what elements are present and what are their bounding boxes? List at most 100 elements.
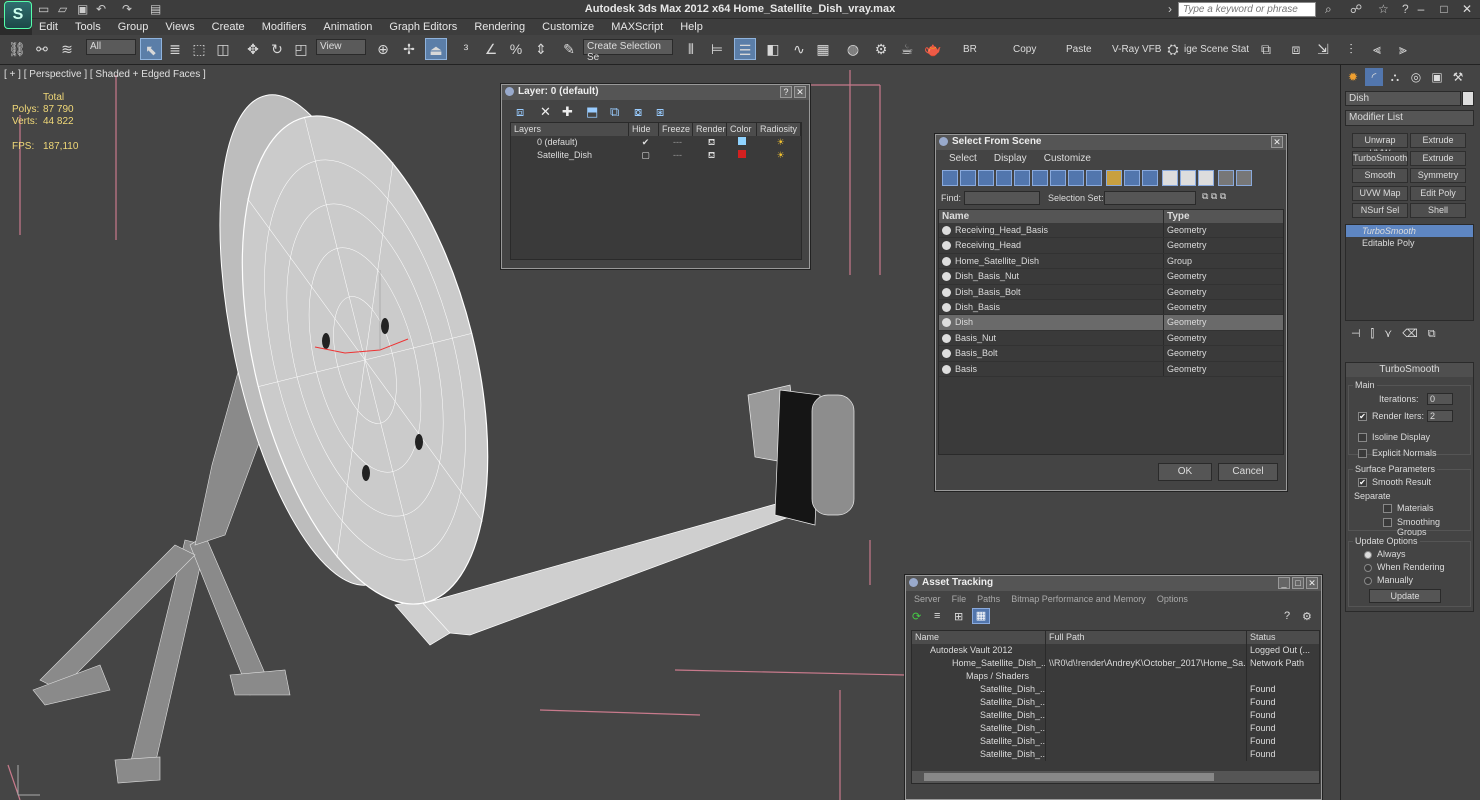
scene-row[interactable]: Basis_Bolt Geometry [939,346,1283,362]
toolbar-extra-icon-2[interactable]: ⧈ [1285,38,1307,60]
project-folder-icon[interactable]: ▤ [150,2,161,16]
minimize-button[interactable]: – [1410,1,1432,17]
asset-close-button[interactable]: ✕ [1306,577,1318,589]
filter-xrefs-icon[interactable] [1068,170,1084,186]
cancel-button[interactable]: Cancel [1218,463,1278,481]
asset-row[interactable]: Satellite_Dish_... Found [912,748,1319,761]
create-layer-icon[interactable]: ⧈ [516,104,524,120]
create-tab-icon[interactable]: ✹ [1344,68,1362,86]
paste-button[interactable]: Paste [1066,44,1092,55]
render-setup-icon[interactable]: ⚙ [870,38,892,60]
materials-checkbox[interactable] [1383,504,1392,513]
layer-row[interactable]: 0 (default) ✔ --- ⛾ ☀ [511,136,801,149]
image-scene-states-button[interactable]: ige Scene Stat [1184,44,1249,55]
layer-manager-icon[interactable]: ☰ [734,38,756,60]
asset-menu-server[interactable]: Server [910,594,945,604]
asset-row[interactable]: Satellite_Dish_... Found [912,696,1319,709]
scale-icon[interactable]: ◰ [290,38,312,60]
col-status[interactable]: Status [1247,631,1317,644]
edit-poly-button[interactable]: Edit Poly [1410,186,1466,201]
configure-sets-icon[interactable]: ⧉ [1428,328,1446,340]
hide-all-layers-icon[interactable]: ⧇ [634,104,642,120]
layer-color-swatch[interactable] [727,136,757,149]
favorites-star-icon[interactable]: ☆ [1378,2,1389,16]
smooth-button[interactable]: Smooth [1352,168,1408,183]
maximize-button[interactable]: □ [1433,1,1455,17]
edit-named-selection-icon[interactable]: ✎ [558,38,580,60]
col-hide[interactable]: Hide [629,123,659,136]
extrude-button[interactable]: Extrude [1410,133,1466,148]
select-none-icon[interactable] [1180,170,1196,186]
communication-center-icon[interactable]: ☍ [1350,2,1362,16]
pivot-center-icon[interactable]: ⊕ [372,38,394,60]
copy-button[interactable]: Copy [1013,44,1036,55]
select-object-icon[interactable]: ⬉ [140,38,162,60]
asset-settings-icon[interactable]: ⚙ [1302,610,1312,623]
find-input[interactable] [964,191,1040,205]
layer-freeze-toggle[interactable]: --- [659,136,693,149]
asset-row[interactable]: Home_Satellite_Dish_... \\R0\d\!render\A… [912,657,1319,670]
toolbar-extra-icon-4[interactable]: ⫶ [1340,38,1362,60]
update-button[interactable]: Update [1369,589,1441,603]
select-dialog-title[interactable]: Select From Scene [936,135,1286,150]
col-full-path[interactable]: Full Path [1046,631,1247,644]
select-by-name-icon[interactable]: ≣ [164,38,186,60]
when-rendering-radio[interactable] [1364,564,1372,572]
layer-render-icon[interactable]: ⛾ [693,149,727,162]
explicit-normals-checkbox[interactable] [1358,449,1367,458]
filter-geometry-icon[interactable] [942,170,958,186]
menu-animation[interactable]: Animation [316,19,379,35]
percent-snap-icon[interactable]: % [505,38,527,60]
col-freeze[interactable]: Freeze [659,123,693,136]
smoothing-groups-checkbox[interactable] [1383,518,1392,527]
add-to-layer-icon[interactable]: ✚ [562,104,573,120]
always-radio[interactable] [1364,551,1372,559]
layer-radiosity-icon[interactable]: ☀ [757,136,801,149]
filter-options-icon[interactable] [1236,170,1252,186]
help-icon[interactable]: ? [1402,2,1409,16]
layer-color-swatch[interactable] [727,149,757,162]
render-iters-spinner[interactable]: 2 [1427,410,1453,422]
asset-maximize-button[interactable]: □ [1292,577,1304,589]
remove-modifier-icon[interactable]: ⌫ [1402,328,1428,340]
iterations-spinner[interactable]: 0 [1427,393,1453,405]
select-menu-display[interactable]: Display [987,153,1034,164]
menu-group[interactable]: Group [111,19,156,35]
asset-horizontal-scrollbar[interactable] [912,771,1319,783]
layer-current-check[interactable]: ✔ [629,136,659,149]
menu-views[interactable]: Views [158,19,201,35]
menu-edit[interactable]: Edit [32,19,65,35]
menu-tools[interactable]: Tools [68,19,108,35]
hierarchy-tab-icon[interactable]: ⛬ [1386,68,1404,86]
align-icon[interactable]: ⊨ [706,38,728,60]
display-tab-icon[interactable]: ▣ [1428,68,1446,86]
scene-row[interactable]: Receiving_Head Geometry [939,238,1283,254]
tree-view-icon[interactable]: ⊞ [954,610,963,623]
link-icon[interactable]: ⛓ [6,38,28,60]
reference-coordinate-dropdown[interactable]: View [316,39,366,55]
select-manipulate-icon[interactable]: ✢ [398,38,420,60]
uvw-map-button[interactable]: UVW Map [1352,186,1408,201]
selection-filter-dropdown[interactable]: All [86,39,136,55]
scene-row[interactable]: Dish_Basis_Nut Geometry [939,269,1283,285]
scene-row[interactable]: Dish_Basis_Bolt Geometry [939,284,1283,300]
filter-hidden-icon[interactable] [1142,170,1158,186]
col-type[interactable]: Type [1164,210,1190,223]
symmetry-button[interactable]: Symmetry [1410,168,1466,183]
window-crossing-icon[interactable]: ◫ [212,38,234,60]
graphite-tools-icon[interactable]: ◧ [762,38,784,60]
asset-help-icon[interactable]: ? [1284,610,1290,622]
nsurf-sel-button[interactable]: NSurf Sel [1352,203,1408,218]
angle-snap-icon[interactable]: ∠ [480,38,502,60]
open-file-icon[interactable]: ▱ [58,2,67,16]
schematic-view-icon[interactable]: ▦ [812,38,834,60]
asset-row[interactable]: Satellite_Dish_... Found [912,683,1319,696]
redo-icon[interactable]: ↷ [122,2,132,16]
material-editor-icon[interactable]: ◍ [842,38,864,60]
scene-row[interactable]: Home_Satellite_Dish Group [939,253,1283,270]
layer-current-check[interactable]: ▢ [629,149,659,162]
selection-set-dropdown[interactable] [1104,191,1196,205]
pin-stack-icon[interactable]: ⊣ [1351,328,1371,340]
filter-frozen-icon[interactable] [1124,170,1140,186]
col-render[interactable]: Render [693,123,727,136]
